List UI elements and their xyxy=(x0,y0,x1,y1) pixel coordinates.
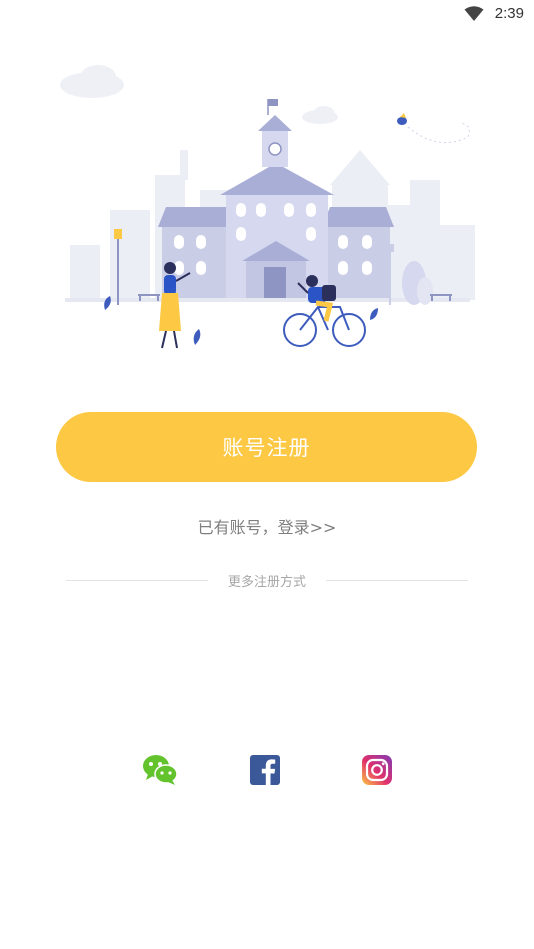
register-button[interactable]: 账号注册 xyxy=(56,412,477,482)
facebook-icon[interactable] xyxy=(250,755,280,785)
status-bar: 2:39 xyxy=(0,0,534,28)
campus-illustration xyxy=(60,65,475,349)
bird-icon xyxy=(397,113,470,144)
wifi-icon xyxy=(464,6,484,21)
status-time: 2:39 xyxy=(494,5,524,22)
social-register-row xyxy=(0,752,534,792)
wechat-icon[interactable] xyxy=(142,752,178,788)
cloud-icon xyxy=(60,65,338,124)
instagram-icon[interactable] xyxy=(362,755,392,785)
divider-line-right xyxy=(326,580,468,581)
more-register-divider: 更多注册方式 xyxy=(66,571,468,591)
login-link[interactable]: 已有账号，登录>> xyxy=(0,514,534,538)
